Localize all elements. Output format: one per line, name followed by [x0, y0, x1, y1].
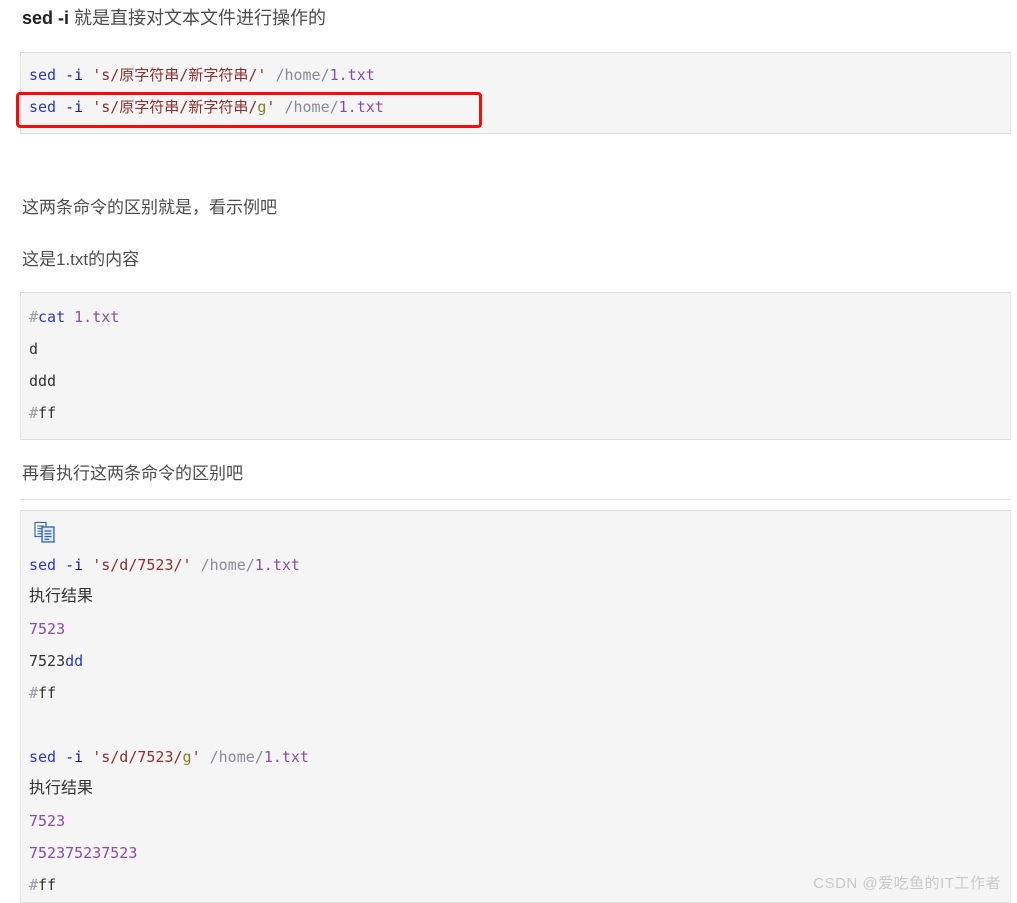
paragraph-execution-intro: 再看执行这两条命令的区别吧 — [22, 464, 243, 483]
code-token: -i — [65, 98, 84, 116]
code-token: # — [29, 308, 39, 326]
page-title-text: 就是直接对文本文件进行操作的 — [69, 8, 327, 28]
code-line: sed -i 's/d/7523/g' /home/1.txt — [21, 741, 1010, 773]
code-token: 执行结果 — [29, 780, 94, 797]
code-token: sed — [29, 748, 57, 766]
code-token: # — [29, 404, 39, 422]
code-line: sed -i 's/d/7523/' /home/1.txt — [21, 549, 1010, 581]
code-token: 1.txt — [254, 556, 300, 574]
code-token: 1.txt — [329, 66, 375, 84]
code-token: /home/ — [275, 66, 330, 84]
code-token: sed — [29, 98, 57, 116]
code-block-sed-execution-results[interactable]: sed -i 's/d/7523/' /home/1.txt 执行结果 7523 75… — [20, 510, 1011, 903]
code-line: 7523 — [21, 613, 1010, 645]
section-divider — [20, 499, 1011, 500]
code-token: 's/d/7523/' — [92, 556, 192, 574]
code-token: 1.txt — [74, 308, 120, 326]
code-token: # — [29, 684, 39, 702]
code-line: #cat 1.txt — [21, 301, 1010, 333]
code-token: 7523 — [29, 652, 66, 670]
page-title-code: sed -i — [22, 8, 70, 28]
code-line: 752375237523 — [21, 837, 1010, 869]
code-token: -i — [65, 748, 84, 766]
code-token: /home/ — [284, 98, 339, 116]
code-token: ddd — [29, 372, 57, 390]
code-token: d — [29, 340, 39, 358]
code-token: ff — [38, 404, 57, 422]
code-token: ' — [191, 748, 201, 766]
code-line: #ff — [21, 397, 1010, 429]
code-token: ff — [38, 876, 57, 894]
code-token: cat — [38, 308, 66, 326]
code-token: dd — [65, 652, 84, 670]
paragraph-file-contents-intro: 这是1.txt的内容 — [22, 250, 140, 269]
document-page: sed -i 就是直接对文本文件进行操作的 sed -i 's/原字符串/新字符… — [0, 0, 1017, 903]
code-token: 7523 — [29, 812, 66, 830]
code-token: 1.txt — [263, 748, 309, 766]
code-token: g — [182, 748, 192, 766]
code-token: 752375237523 — [29, 844, 138, 862]
code-token: # — [29, 876, 39, 894]
code-line: sed -i 's/原字符串/新字符串/g' /home/1.txt — [21, 91, 1010, 123]
csdn-watermark: CSDN @爱吃鱼的IT工作者 — [813, 875, 1001, 892]
code-line: sed -i 's/原字符串/新字符串/' /home/1.txt — [21, 59, 1010, 91]
code-line: 7523 — [21, 805, 1010, 837]
code-token: 7523 — [29, 620, 66, 638]
code-line: d — [21, 333, 1010, 365]
code-token: -i — [65, 556, 84, 574]
code-token: sed — [29, 556, 57, 574]
code-token: 's/原字符串/新字符串/' — [92, 66, 267, 84]
code-token: -i — [65, 66, 84, 84]
code-token: /home/ — [200, 556, 255, 574]
code-token: sed — [29, 66, 57, 84]
code-line: 7523dd — [21, 645, 1010, 677]
code-line: 执行结果 — [21, 773, 1010, 805]
code-token: /home/ — [209, 748, 264, 766]
code-line: 执行结果 — [21, 581, 1010, 613]
code-line: #ff — [21, 677, 1010, 709]
paragraph-difference-intro: 这两条命令的区别就是，看示例吧 — [22, 198, 277, 217]
code-token: 执行结果 — [29, 588, 94, 605]
code-token: 1.txt — [338, 98, 384, 116]
code-token: ff — [38, 684, 57, 702]
code-line: ddd — [21, 365, 1010, 397]
code-token: 's/原字符串/新字符串/ — [92, 98, 258, 116]
copy-to-clipboard-icon[interactable] — [34, 521, 56, 543]
code-block-cat-file-contents[interactable]: #cat 1.txt d ddd #ff — [20, 292, 1011, 440]
page-title: sed -i 就是直接对文本文件进行操作的 — [22, 6, 326, 30]
code-block-sed-inplace-syntax[interactable]: sed -i 's/原字符串/新字符串/' /home/1.txt sed -i … — [20, 52, 1011, 134]
code-token: 's/d/7523/ — [92, 748, 183, 766]
